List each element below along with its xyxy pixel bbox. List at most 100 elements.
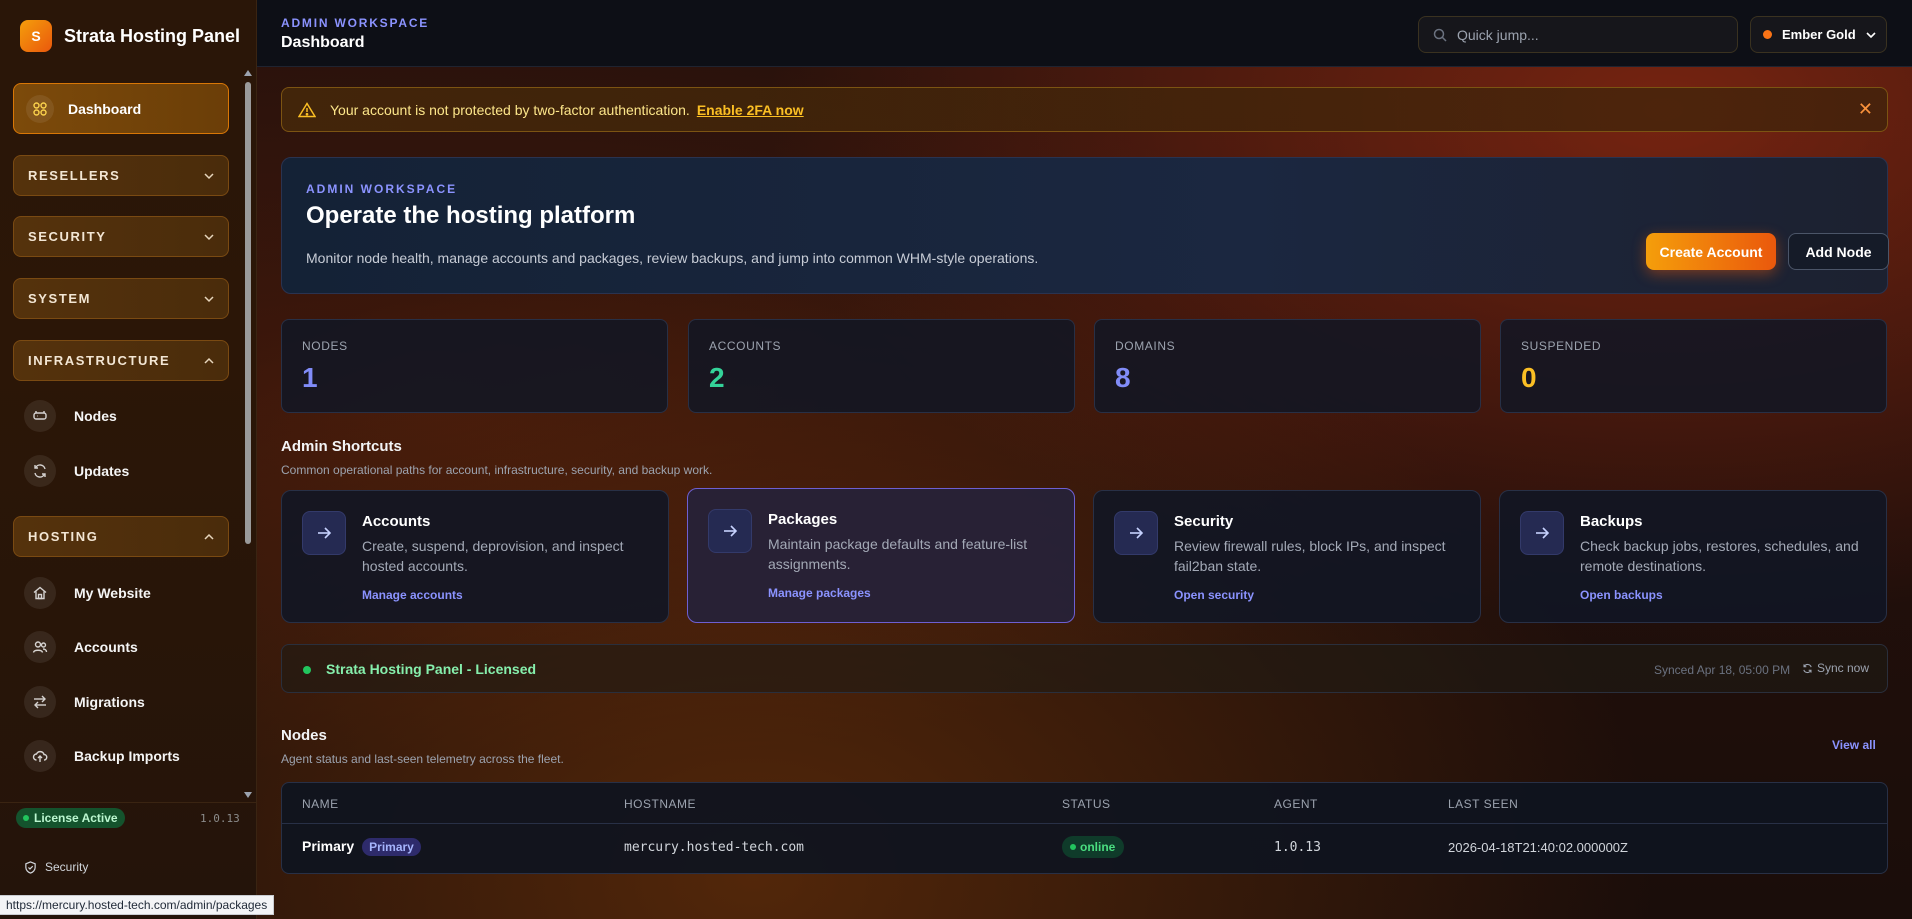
sidebar-item-updates[interactable]: Updates (24, 454, 129, 488)
quick-jump-search[interactable] (1418, 16, 1738, 53)
alert-text: Your account is not protected by two-fac… (330, 101, 690, 118)
section-label: INFRASTRUCTURE (28, 353, 171, 368)
stat-label: ACCOUNTS (709, 339, 782, 353)
sidebar-item-migrations[interactable]: Migrations (24, 685, 145, 719)
sidebar-item-label: Updates (74, 463, 130, 479)
sidebar-item-accounts[interactable]: Accounts (24, 630, 138, 664)
server-icon (24, 400, 56, 432)
stat-label: SUSPENDED (1521, 339, 1602, 353)
shortcut-description: Review firewall rules, block IPs, and in… (1174, 538, 1446, 574)
sidebar-item-my-website[interactable]: My Website (24, 576, 151, 610)
primary-badge: Primary (362, 838, 421, 856)
shortcut-card-backups[interactable]: Backups Check backup jobs, restores, sch… (1499, 490, 1887, 623)
node-name-text: Primary (302, 838, 355, 854)
breadcrumb: ADMIN WORKSPACE (281, 16, 430, 30)
column-header[interactable]: AGENT (1274, 797, 1318, 811)
home-icon (24, 577, 56, 609)
main-content: Your account is not protected by two-fac… (257, 67, 1912, 919)
license-status-badge: License Active (16, 808, 125, 828)
sidebar-section-system[interactable]: SYSTEM (13, 278, 229, 319)
theme-select[interactable]: Ember Gold (1750, 16, 1887, 53)
hero-panel: ADMIN WORKSPACE Operate the hosting plat… (281, 157, 1889, 294)
stat-label: NODES (302, 339, 348, 353)
sidebar-item-nodes[interactable]: Nodes (24, 399, 117, 433)
sidebar-section-infrastructure[interactable]: INFRASTRUCTURE (13, 340, 229, 381)
security-link-label: Security (45, 860, 89, 874)
status-badge: online (1062, 836, 1125, 858)
sidebar-item-label: Accounts (74, 639, 138, 655)
hero-kicker: ADMIN WORKSPACE (306, 182, 458, 196)
column-header[interactable]: HOSTNAME (624, 797, 696, 811)
sidebar-footer-security-link[interactable]: Security (24, 860, 88, 874)
page-title: Dashboard (281, 34, 365, 51)
scroll-down-arrow-icon[interactable] (244, 792, 252, 798)
scroll-thumb[interactable] (245, 82, 251, 544)
browser-status-url: https://mercury.hosted-tech.com/admin/pa… (0, 895, 275, 915)
stat-card-nodes: NODES 1 (281, 319, 668, 413)
shortcut-title: Security (1174, 513, 1234, 530)
stat-value: 0 (1521, 362, 1537, 393)
sidebar-section-resellers[interactable]: RESELLERS (13, 155, 229, 196)
last-synced: Synced Apr 18, 05:00 PM (1654, 663, 1791, 677)
enable-2fa-link[interactable]: Enable 2FA now (697, 102, 804, 118)
arrow-right-icon (708, 509, 752, 553)
sidebar-item-label: Migrations (74, 694, 145, 710)
close-icon[interactable]: ✕ (1858, 100, 1873, 118)
chevron-down-icon (204, 295, 214, 302)
manage-accounts-link[interactable]: Manage accounts (362, 588, 463, 602)
open-security-link[interactable]: Open security (1174, 588, 1254, 602)
stat-card-domains: DOMAINS 8 (1094, 319, 1481, 413)
sync-now-label: Sync now (1817, 661, 1870, 675)
chevron-down-icon (204, 172, 214, 179)
search-icon (1433, 28, 1447, 42)
theme-select-value: Ember Gold (1782, 27, 1856, 42)
sync-now-button[interactable]: Sync now (1802, 661, 1869, 675)
warning-icon (298, 101, 316, 117)
brand[interactable]: S Strata Hosting Panel (20, 20, 240, 52)
stat-value: 2 (709, 362, 725, 393)
manage-packages-link[interactable]: Manage packages (768, 586, 871, 600)
add-node-button[interactable]: Add Node (1788, 233, 1889, 270)
sidebar: S Strata Hosting Panel Dashboard RESELLE… (0, 0, 257, 919)
sidebar-item-label: Dashboard (68, 100, 142, 117)
sidebar-item-dashboard[interactable]: Dashboard (13, 83, 229, 134)
node-name[interactable]: Primary Primary (302, 838, 421, 856)
sidebar-section-security[interactable]: SECURITY (13, 216, 229, 257)
shortcut-card-security[interactable]: Security Review firewall rules, block IP… (1093, 490, 1481, 623)
agent-version: 1.0.13 (1274, 840, 1321, 855)
sidebar-item-backup-imports[interactable]: Backup Imports (24, 739, 180, 773)
shortcut-card-accounts[interactable]: Accounts Create, suspend, deprovision, a… (281, 490, 669, 623)
theme-color-dot (1763, 30, 1772, 39)
last-seen: 2026-04-18T21:40:02.000000Z (1448, 840, 1628, 855)
brand-name: Strata Hosting Panel (64, 25, 241, 46)
brand-logo: S (20, 20, 52, 52)
column-header[interactable]: LAST SEEN (1448, 797, 1518, 811)
hero-description: Monitor node health, manage accounts and… (306, 250, 1039, 266)
refresh-icon (24, 455, 56, 487)
sidebar-item-label: My Website (74, 585, 151, 601)
refresh-icon (1803, 663, 1812, 673)
view-all-link[interactable]: View all (1832, 738, 1876, 752)
sidebar-item-label: Backup Imports (74, 748, 180, 764)
shortcut-description: Check backup jobs, restores, schedules, … (1580, 538, 1859, 574)
search-input[interactable] (1457, 26, 1717, 43)
scroll-up-arrow-icon[interactable] (244, 70, 252, 76)
column-header[interactable]: STATUS (1062, 797, 1111, 811)
open-backups-link[interactable]: Open backups (1580, 588, 1663, 602)
arrow-right-icon (302, 511, 346, 555)
app-version: 1.0.13 (200, 812, 240, 825)
sidebar-section-hosting[interactable]: HOSTING (13, 516, 229, 557)
swap-icon (24, 686, 56, 718)
shortcut-card-packages[interactable]: Packages Maintain package defaults and f… (687, 488, 1075, 623)
grid-icon (26, 94, 54, 123)
column-header[interactable]: NAME (302, 797, 339, 811)
create-account-button[interactable]: Create Account (1646, 233, 1776, 270)
license-text: Strata Hosting Panel - Licensed (326, 661, 537, 677)
shortcut-title: Backups (1580, 513, 1643, 530)
shield-icon (25, 860, 36, 874)
sidebar-item-label: Nodes (74, 408, 117, 424)
section-label: SYSTEM (28, 291, 92, 306)
upload-cloud-icon (24, 740, 56, 772)
topbar: ADMIN WORKSPACE Dashboard Ember Gold (257, 0, 1912, 67)
sidebar-scrollbar[interactable] (243, 66, 253, 802)
